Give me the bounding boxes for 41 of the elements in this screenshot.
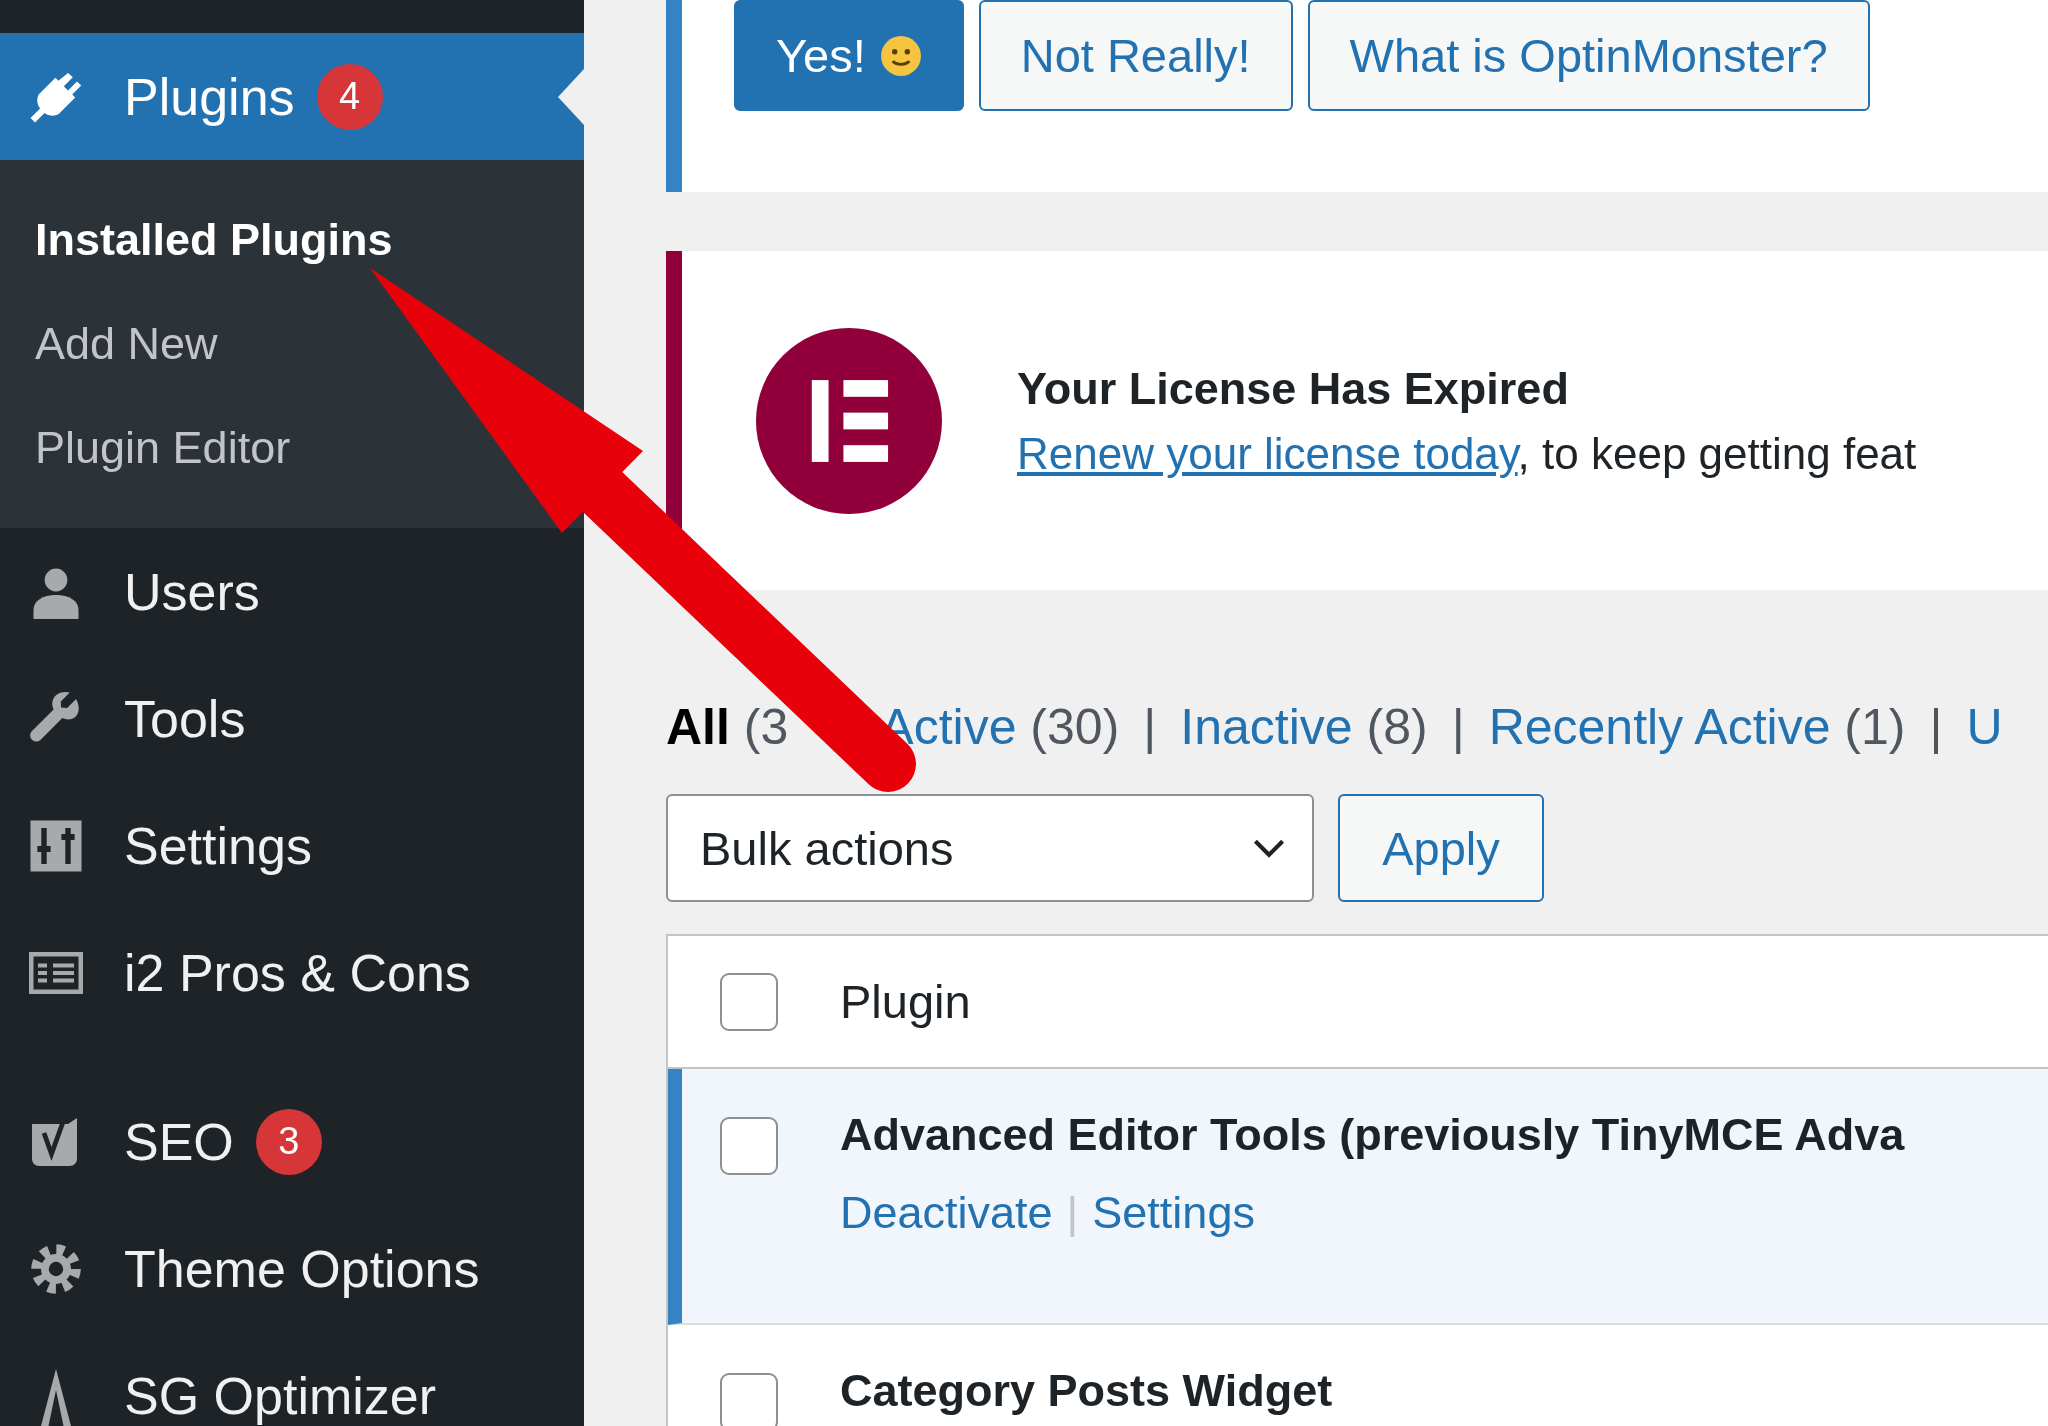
filter-link[interactable]: Inactive (8): [1180, 698, 1428, 756]
checkbox[interactable]: [720, 1117, 778, 1175]
action-link[interactable]: Deactivate: [840, 1187, 1053, 1239]
action-link[interactable]: Settings: [1092, 1187, 1255, 1239]
separator: |: [1929, 698, 1943, 756]
submenu-item[interactable]: Installed Plugins: [35, 188, 393, 292]
plugin-name: Advanced Editor Tools (previously TinyMCE Adva: [840, 1109, 1905, 1161]
menu-item[interactable]: SG Optimizer: [0, 1332, 584, 1426]
notice-text: Renew your license today, to keep getting feat: [1017, 428, 1917, 479]
filter-link[interactable]: Recently Active (1): [1488, 698, 1906, 756]
filter-link[interactable]: All (3: [666, 698, 789, 756]
column-header: Plugin: [840, 974, 971, 1029]
renew-link[interactable]: Renew your license today: [1017, 428, 1518, 478]
bulk-actions-dropdown[interactable]: Bulk actions: [666, 794, 1314, 902]
count-badge: 3: [255, 1108, 322, 1175]
apply-button[interactable]: Apply: [1338, 794, 1544, 902]
notice-title: Your License Has Expired: [1017, 362, 1570, 415]
notice-button[interactable]: What is OptinMonster?: [1307, 0, 1870, 111]
submenu-item[interactable]: Plugin Editor: [35, 396, 291, 500]
separator: |: [1143, 698, 1157, 756]
menu-item[interactable]: Users: [0, 528, 584, 655]
chevron-down-icon: [1252, 837, 1286, 859]
separator: |: [1451, 698, 1465, 756]
menu-item[interactable]: Tools: [0, 655, 584, 782]
menu-item[interactable]: i2 Pros & Cons: [0, 909, 584, 1036]
checkbox[interactable]: [720, 1373, 778, 1426]
menu-item[interactable]: Plugins 4: [0, 33, 584, 160]
menu-item[interactable]: SEO 3: [0, 1078, 584, 1205]
filter-link[interactable]: U: [1966, 698, 2003, 756]
separator: |: [1066, 1187, 1079, 1239]
notice-button[interactable]: Not Really!: [978, 0, 1293, 111]
smiley-icon: [879, 34, 922, 77]
checkbox[interactable]: [720, 972, 778, 1031]
submenu-item[interactable]: Add New: [35, 292, 218, 396]
menu-item[interactable]: Theme Options: [0, 1205, 584, 1332]
count-badge: 4: [316, 63, 383, 130]
logo-icon: [756, 327, 942, 514]
plugin-name: Category Posts Widget: [840, 1365, 1333, 1417]
notice-button[interactable]: Yes!: [734, 0, 964, 111]
menu-pointer: [558, 68, 584, 125]
menu-item[interactable]: Settings: [0, 782, 584, 909]
